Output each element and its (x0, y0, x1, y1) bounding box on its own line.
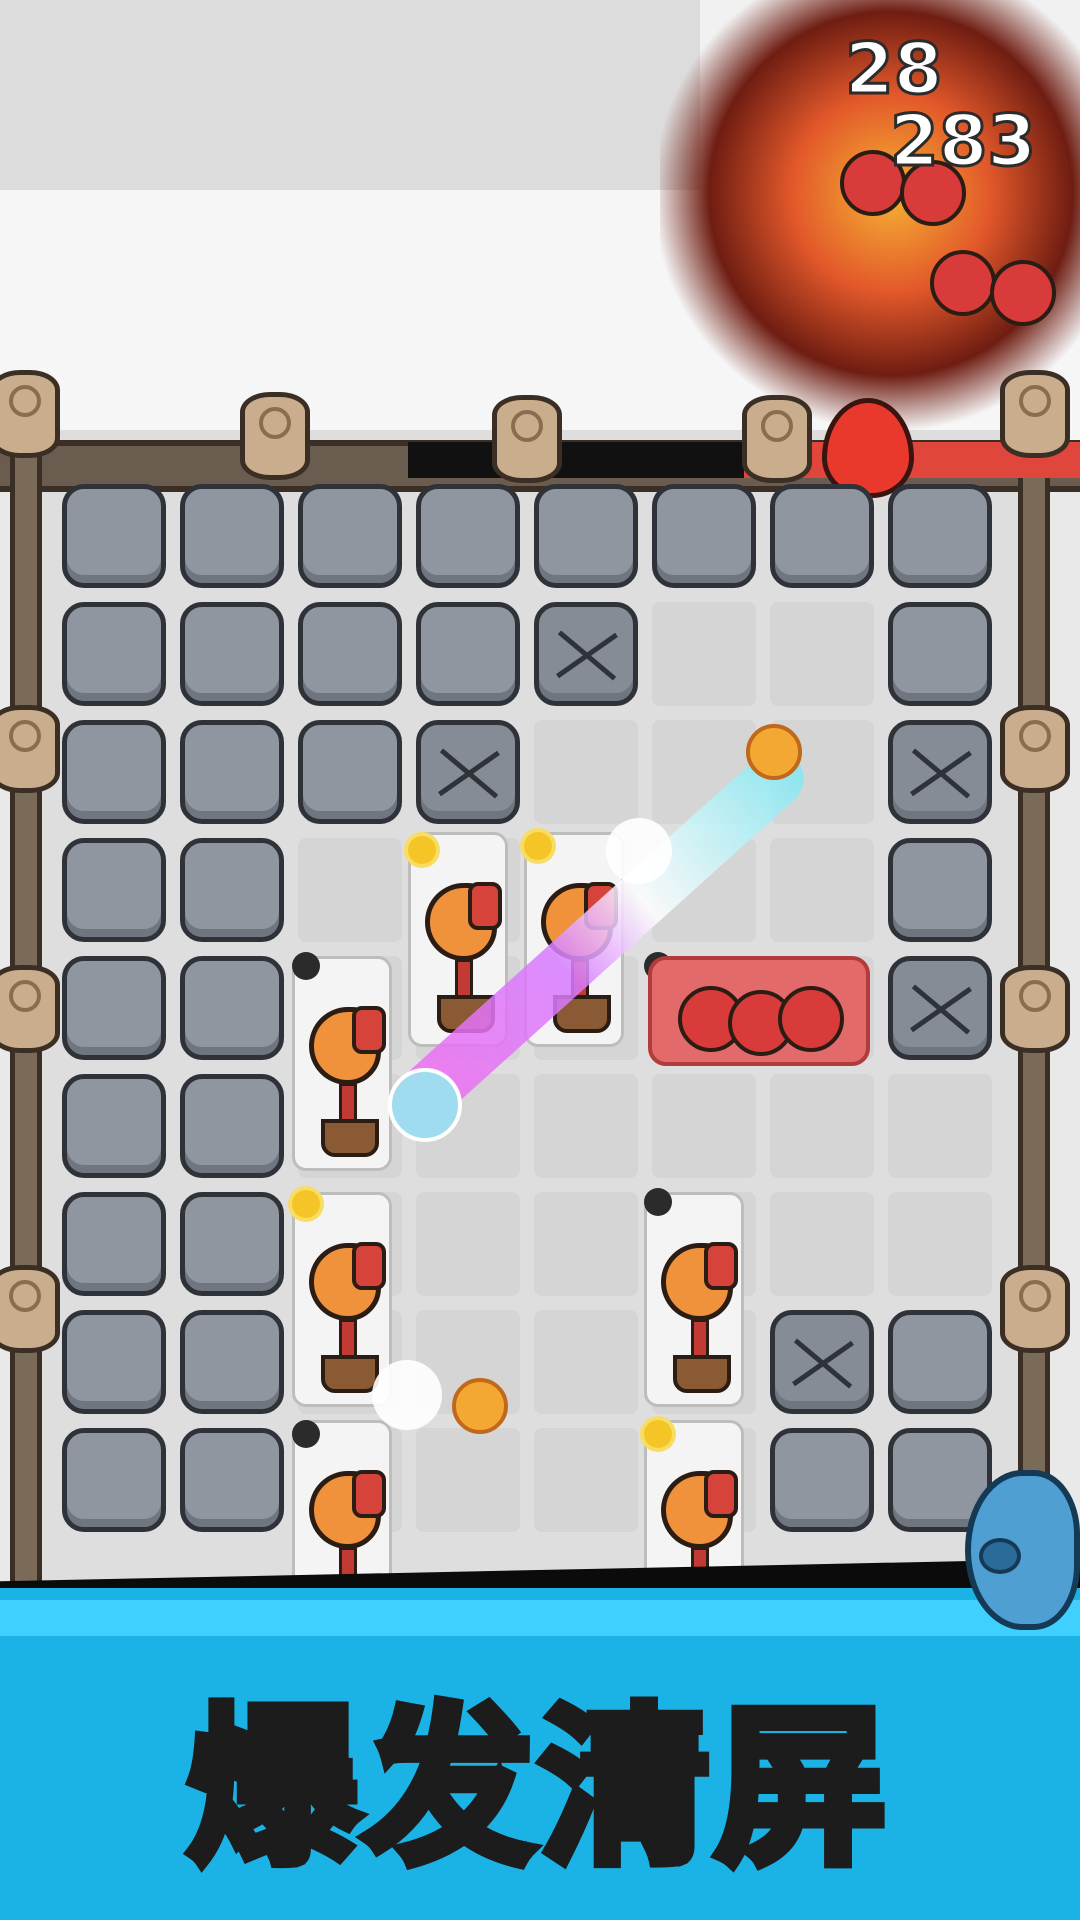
stone-block-icon[interactable] (770, 1428, 874, 1532)
bomb-token-icon (644, 1188, 672, 1216)
cracked-stone-icon[interactable] (534, 602, 638, 706)
stone-block-icon[interactable] (180, 1192, 284, 1296)
fire-plant-card[interactable] (292, 956, 392, 1171)
damage-number: 28 (843, 27, 943, 112)
ball-orb (372, 1360, 442, 1430)
stone-block-icon[interactable] (180, 1310, 284, 1414)
banner-stripe (0, 1600, 1080, 1636)
sun-token-icon (524, 832, 552, 860)
tomato-enemy-icon (990, 260, 1056, 326)
stone-block-icon[interactable] (888, 484, 992, 588)
fire-plant-icon (309, 1470, 386, 1549)
floor-tile (534, 1428, 638, 1532)
floor-tile (534, 720, 638, 824)
ball-orb (606, 818, 672, 884)
stone-block-icon[interactable] (180, 838, 284, 942)
stone-block-icon[interactable] (180, 720, 284, 824)
floor-tile (888, 1192, 992, 1296)
stone-block-icon[interactable] (888, 602, 992, 706)
log-post-icon (1000, 705, 1070, 793)
stone-block-icon[interactable] (298, 602, 402, 706)
bomb-token-icon (292, 952, 320, 980)
cracked-stone-icon[interactable] (416, 720, 520, 824)
log-post-icon (240, 392, 310, 480)
floor-tile (770, 602, 874, 706)
floor-tile (888, 1074, 992, 1178)
cracked-stone-icon[interactable] (888, 720, 992, 824)
log-post-icon (0, 370, 60, 458)
tomato-enemy-icon (778, 986, 844, 1052)
fire-plant-icon (309, 1242, 386, 1321)
sketch-house (0, 0, 700, 200)
ball-orb (388, 1068, 462, 1142)
sun-token-icon (644, 1420, 672, 1448)
stone-block-icon[interactable] (62, 602, 166, 706)
floor-tile (534, 1192, 638, 1296)
fire-plant-icon (309, 1006, 386, 1085)
fire-plant-icon (661, 1242, 738, 1321)
fire-plant-icon (425, 882, 502, 961)
stone-block-icon[interactable] (888, 838, 992, 942)
stone-block-icon[interactable] (416, 484, 520, 588)
floor-tile (652, 1074, 756, 1178)
stone-block-icon[interactable] (62, 1428, 166, 1532)
sunflower-coin-icon[interactable] (452, 1378, 508, 1434)
fire-plant-card[interactable] (644, 1192, 744, 1407)
log-post-icon (1000, 965, 1070, 1053)
stone-block-icon[interactable] (298, 484, 402, 588)
game-scene: 28 283 爆发清屏 (0, 0, 1080, 1920)
tomato-enemy-block[interactable] (648, 956, 870, 1066)
floor-tile (534, 1310, 638, 1414)
stone-block-icon[interactable] (62, 838, 166, 942)
stone-block-icon[interactable] (416, 602, 520, 706)
plant-pot (321, 1119, 379, 1157)
floor-tile (416, 1428, 520, 1532)
floor-tile (298, 838, 402, 942)
stone-block-icon[interactable] (888, 1310, 992, 1414)
tomato-enemy-icon (930, 250, 996, 316)
log-post-icon (1000, 1265, 1070, 1353)
stone-block-icon[interactable] (180, 1428, 284, 1532)
stone-block-icon[interactable] (180, 602, 284, 706)
banner-title: 爆发清屏 (183, 1685, 892, 1893)
sun-token-icon (408, 836, 436, 864)
floor-tile (652, 602, 756, 706)
floor-tile (770, 838, 874, 942)
log-post-icon (1000, 370, 1070, 458)
floor-tile (770, 1074, 874, 1178)
damage-number: 283 (888, 99, 1037, 184)
stone-block-icon[interactable] (534, 484, 638, 588)
stone-block-icon[interactable] (180, 484, 284, 588)
cracked-stone-icon[interactable] (888, 956, 992, 1060)
bomb-token-icon (292, 1420, 320, 1448)
stone-block-icon[interactable] (62, 484, 166, 588)
log-post-icon (0, 1265, 60, 1353)
stone-block-icon[interactable] (180, 956, 284, 1060)
log-post-icon (742, 395, 812, 483)
floor-tile (416, 1192, 520, 1296)
cracked-stone-icon[interactable] (770, 1310, 874, 1414)
stone-block-icon[interactable] (180, 1074, 284, 1178)
fire-plant-icon (661, 1470, 738, 1549)
floor-tile (534, 1074, 638, 1178)
stone-block-icon[interactable] (770, 484, 874, 588)
floor-tile (770, 1192, 874, 1296)
stone-block-icon[interactable] (652, 484, 756, 588)
stone-block-icon[interactable] (62, 1310, 166, 1414)
plant-pot (321, 1355, 379, 1393)
stone-block-icon[interactable] (62, 956, 166, 1060)
log-post-icon (0, 705, 60, 793)
stone-block-icon[interactable] (62, 1074, 166, 1178)
piggy-bank-icon (965, 1470, 1080, 1630)
stone-block-icon[interactable] (62, 1192, 166, 1296)
log-post-icon (0, 965, 60, 1053)
sun-token-icon (292, 1190, 320, 1218)
sunflower-coin-icon[interactable] (746, 724, 802, 780)
stone-block-icon[interactable] (62, 720, 166, 824)
plant-pot (673, 1355, 731, 1393)
stone-block-icon[interactable] (298, 720, 402, 824)
log-post-icon (492, 395, 562, 483)
